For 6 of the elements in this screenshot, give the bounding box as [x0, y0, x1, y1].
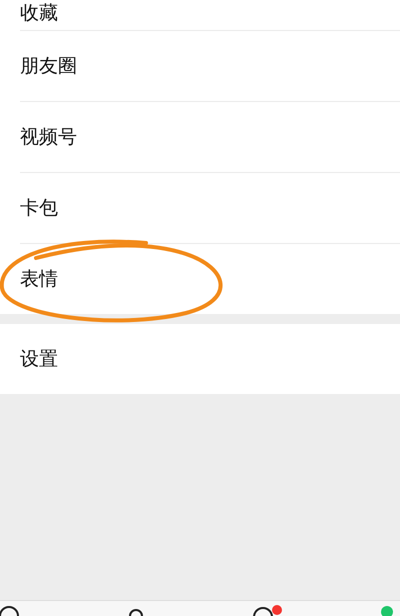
menu-item-label[interactable]: 视频号	[20, 126, 77, 148]
menu-item-label[interactable]: 表情	[20, 268, 58, 290]
menu-item-label[interactable]: 设置	[20, 348, 58, 370]
menu-item-label[interactable]: 朋友圈	[20, 55, 77, 77]
menu-item-label[interactable]: 收藏	[20, 2, 58, 24]
menu-item-label[interactable]: 卡包	[20, 197, 58, 219]
